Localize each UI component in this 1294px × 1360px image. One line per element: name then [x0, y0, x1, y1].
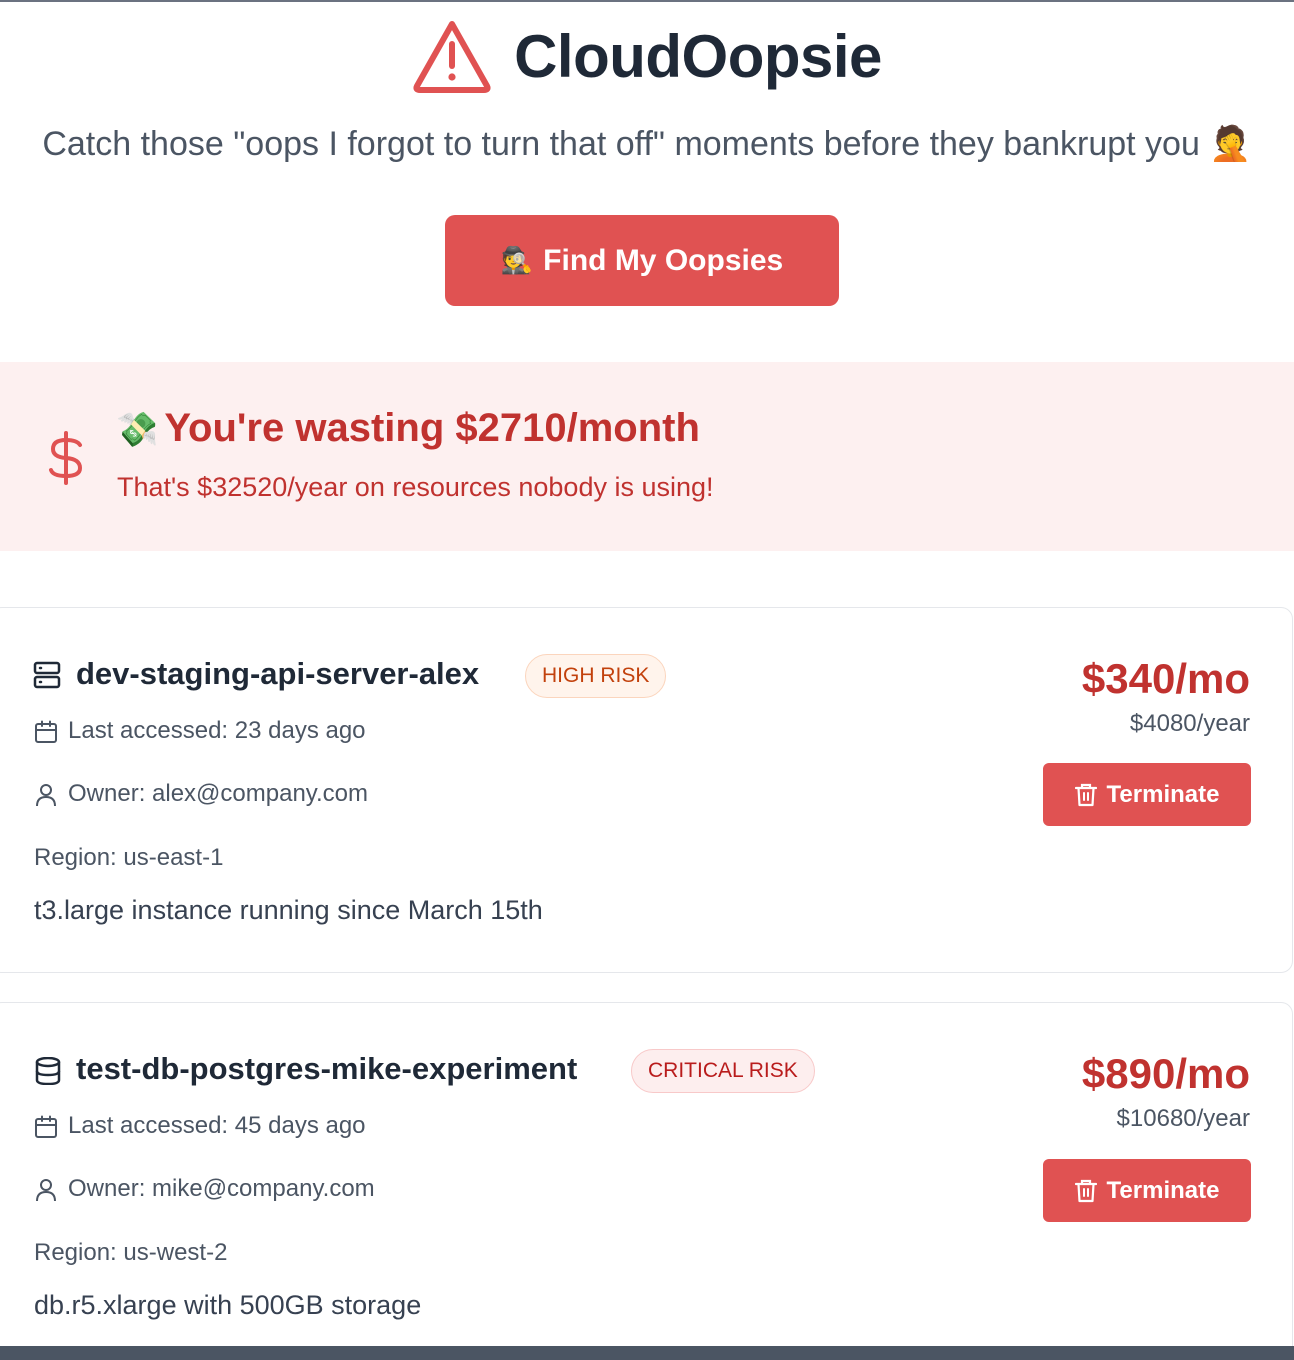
risk-badge: CRITICAL RISK [631, 1049, 815, 1093]
app-title: CloudOopsie [514, 22, 882, 90]
user-icon [36, 784, 56, 807]
yearly-cost: $10680/year [1116, 1105, 1250, 1132]
database-icon [35, 1057, 61, 1085]
resource-name: dev-staging-api-server-alex [76, 656, 480, 691]
resource-name: test-db-postgres-mike-experiment [76, 1051, 578, 1086]
yearly-cost: $4080/year [1129, 710, 1250, 737]
calendar-icon [35, 720, 57, 743]
calendar-icon [35, 1115, 57, 1138]
waste-title: 💸 You're wasting $2710/month [116, 406, 700, 451]
waste-subtitle: That's $32520/year on resources nobody i… [117, 472, 714, 502]
tagline: Catch those "oops I forgot to turn that … [42, 125, 1252, 163]
app-header: CloudOopsie [0, 14, 1294, 98]
dollar-icon [49, 431, 83, 485]
risk-badge: HIGH RISK [525, 654, 667, 698]
user-icon [36, 1179, 56, 1202]
find-oopsies-button[interactable]: 🕵️ Find My Oopsies [445, 215, 839, 306]
resource-description: db.r5.xlarge with 500GB storage [34, 1290, 422, 1320]
resource-description: t3.large instance running since March 15… [34, 895, 543, 925]
owner: Owner: alex@company.com [68, 780, 369, 807]
waste-summary-banner [0, 362, 1294, 551]
money-wings-icon: 💸 [116, 411, 159, 449]
last-accessed: Last accessed: 23 days ago [68, 717, 366, 744]
find-oopsies-label: Find My Oopsies [543, 243, 784, 277]
warning-triangle-icon [413, 21, 491, 93]
region: Region: us-east-1 [34, 844, 224, 871]
window-bottom-bar [0, 1346, 1294, 1360]
trash-icon [1074, 783, 1097, 806]
terminate-label: Terminate [1106, 1176, 1220, 1204]
trash-icon [1074, 1179, 1097, 1202]
window-top-border [0, 0, 1294, 2]
detective-icon: 🕵️ [500, 245, 534, 275]
owner: Owner: mike@company.com [68, 1175, 375, 1202]
terminate-button[interactable]: Terminate [1043, 1159, 1251, 1222]
last-accessed: Last accessed: 45 days ago [68, 1112, 366, 1139]
server-icon [33, 661, 61, 689]
waste-title-text: You're wasting $2710/month [164, 406, 700, 450]
monthly-cost: $890/mo [1081, 1050, 1250, 1097]
region: Region: us-west-2 [34, 1239, 228, 1266]
terminate-label: Terminate [1106, 780, 1220, 808]
monthly-cost: $340/mo [1081, 655, 1250, 702]
terminate-button[interactable]: Terminate [1043, 763, 1251, 826]
